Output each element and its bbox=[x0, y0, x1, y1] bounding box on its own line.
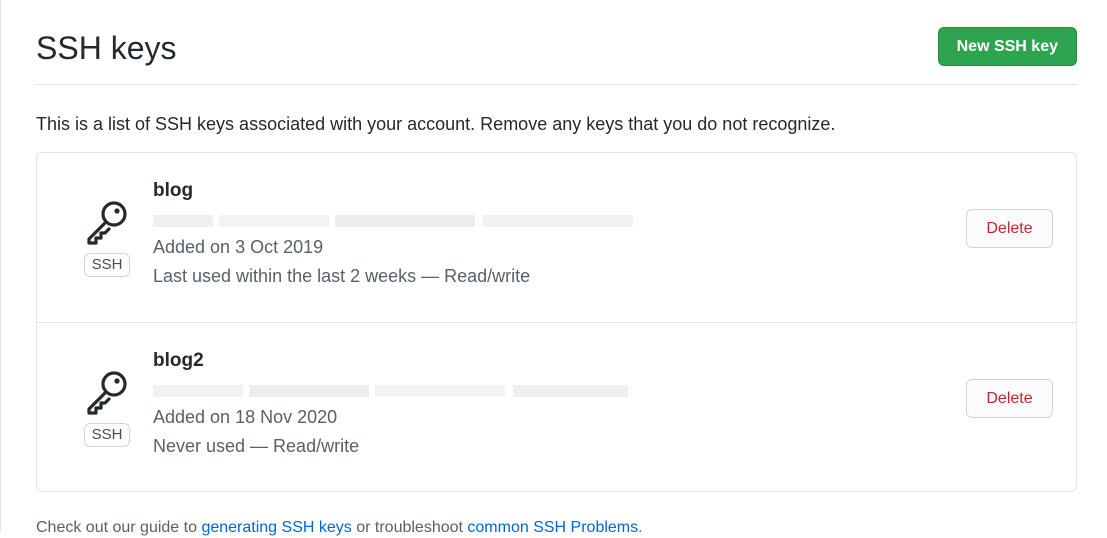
key-usage: Last used within the last 2 weeks — Read… bbox=[153, 266, 531, 286]
intro-text: This is a list of SSH keys associated wi… bbox=[36, 114, 836, 134]
key-usage: Never used — Read/write bbox=[153, 436, 360, 456]
generating-ssh-keys-link[interactable]: generating SSH keys bbox=[201, 519, 351, 536]
ssh-key-row: SSH blog2 Added on 18 Nov 2020 Never use… bbox=[37, 322, 1076, 491]
footer-prefix: Check out our guide to bbox=[36, 519, 197, 536]
redacted-fingerprint bbox=[153, 211, 633, 233]
key-icon-group: SSH bbox=[83, 367, 131, 447]
ssh-type-badge: SSH bbox=[83, 423, 131, 447]
footer-suffix: . bbox=[638, 519, 643, 536]
left-border bbox=[0, 0, 1, 532]
key-title: blog2 bbox=[153, 350, 204, 371]
redacted-fingerprint bbox=[153, 381, 633, 403]
common-ssh-problems-link[interactable]: common SSH Problems bbox=[467, 519, 638, 536]
page-title: SSH keys bbox=[36, 30, 177, 66]
ssh-keys-settings-panel: SSH keys New SSH key This is a list of S… bbox=[36, 0, 1077, 538]
ssh-type-badge: SSH bbox=[83, 253, 131, 277]
new-ssh-key-button[interactable]: New SSH key bbox=[937, 27, 1077, 66]
ssh-key-list: SSH blog Added on 3 Oct 2019 Last used w… bbox=[36, 152, 1077, 492]
delete-key-button[interactable]: Delete bbox=[966, 379, 1053, 418]
key-title: blog bbox=[153, 180, 194, 201]
key-icon bbox=[87, 371, 127, 415]
key-details: blog2 Added on 18 Nov 2020 Never used — … bbox=[153, 349, 633, 461]
key-details: blog Added on 3 Oct 2019 Last used withi… bbox=[153, 179, 633, 291]
help-footer: Check out our guide to generating SSH ke… bbox=[36, 518, 1077, 538]
key-icon bbox=[87, 201, 127, 245]
key-icon-group: SSH bbox=[83, 197, 131, 277]
page-header: SSH keys New SSH key bbox=[36, 0, 1077, 85]
footer-middle: or troubleshoot bbox=[356, 519, 463, 536]
key-added-date: Added on 18 Nov 2020 bbox=[153, 407, 338, 427]
key-added-date: Added on 3 Oct 2019 bbox=[153, 237, 324, 257]
ssh-key-row: SSH blog Added on 3 Oct 2019 Last used w… bbox=[37, 153, 1076, 322]
delete-key-button[interactable]: Delete bbox=[966, 209, 1053, 248]
